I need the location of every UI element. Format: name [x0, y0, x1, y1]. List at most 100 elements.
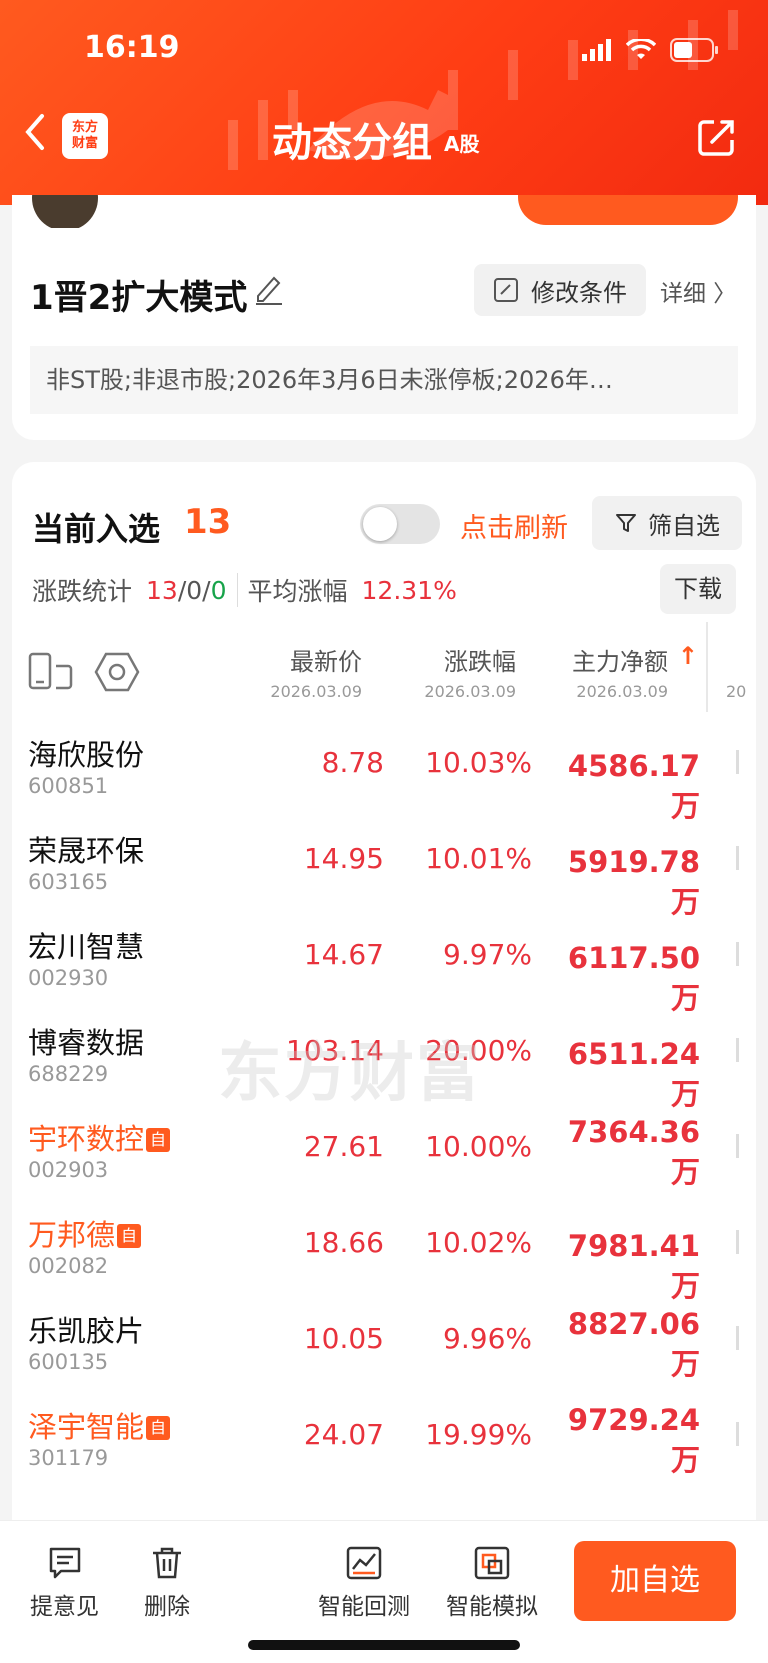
- market-tag: A股: [444, 132, 480, 156]
- logo-line-2: 财富: [71, 136, 98, 151]
- watermark: 东方财富: [218, 1037, 482, 1111]
- stock-change: 10.03%: [425, 746, 532, 779]
- row-overflow: [736, 1422, 744, 1446]
- table-head-icons: [28, 652, 140, 692]
- watchlist-badge: 自: [146, 1416, 171, 1440]
- row-overflow: [736, 1038, 744, 1062]
- settings-hex-icon[interactable]: [94, 652, 140, 692]
- download-button[interactable]: 下载: [660, 564, 736, 614]
- stock-name: 宏川智慧: [28, 930, 145, 964]
- stock-change: 9.97%: [443, 938, 532, 971]
- stock-price: 18.66: [303, 1226, 384, 1259]
- layout-switch-icon[interactable]: [28, 652, 74, 692]
- row-overflow: [736, 846, 744, 870]
- simulate-button[interactable]: 智能模拟: [446, 1545, 538, 1621]
- stock-code: 600851: [28, 774, 109, 798]
- signal-icon: [582, 39, 611, 61]
- bull-chart-decoration: [228, 10, 738, 170]
- row-overflow: [736, 1326, 744, 1350]
- row-overflow: [736, 1134, 744, 1158]
- header: 16:19 东方 财富 动态分组 A股: [0, 0, 768, 205]
- battery-icon: [670, 38, 718, 62]
- backtest-label: 智能回测: [318, 1594, 410, 1620]
- stats-row: 涨跌统计 13 / 0 / 0 平均涨幅 12.31%: [32, 570, 457, 610]
- conditions-summary[interactable]: 非ST股;非退市股;2026年3月6日未涨停板;2026年…: [30, 346, 738, 414]
- stock-name: 荣晟环保: [28, 834, 145, 868]
- col-head-flow[interactable]: 主力净额: [572, 642, 668, 677]
- back-button[interactable]: [22, 112, 58, 162]
- toggle-knob: [363, 507, 397, 541]
- stock-code: 603165: [28, 870, 109, 894]
- stats-flat: 0: [186, 575, 203, 605]
- row-overflow: [736, 750, 744, 774]
- table-row[interactable]: 宏川智慧 002930 14.67 9.97% 6117.50万: [12, 924, 756, 1020]
- stock-main-flow: 7981.41万: [567, 1229, 700, 1303]
- home-indicator: [248, 1640, 520, 1650]
- follow-button[interactable]: [518, 195, 738, 225]
- status-time: 16:19: [84, 30, 180, 65]
- avg-label: 平均涨幅: [247, 577, 348, 606]
- filter-watchlist-button[interactable]: 筛自选: [592, 496, 742, 550]
- simulate-label: 智能模拟: [446, 1594, 538, 1620]
- delete-label: 删除: [144, 1594, 190, 1620]
- col-date-price: 2026.03.09: [270, 682, 362, 701]
- stock-name-watchlisted: 泽宇智能自: [28, 1404, 171, 1446]
- detail-link[interactable]: 详细 〉: [660, 274, 736, 308]
- table-row[interactable]: 荣晟环保 603165 14.95 10.01% 5919.78万: [12, 828, 756, 924]
- stock-name: 万邦德: [28, 1218, 116, 1252]
- table-row[interactable]: 泽宇智能自 301179 24.07 19.99% 9729.24万: [12, 1403, 756, 1500]
- stock-main-flow: 6117.50万: [567, 941, 700, 1015]
- delete-button[interactable]: 删除: [144, 1545, 190, 1621]
- feedback-button[interactable]: 提意见: [30, 1545, 99, 1621]
- stock-code: 301179: [28, 1446, 109, 1470]
- stats-up: 13: [146, 575, 178, 605]
- col-date-flow: 2026.03.09: [576, 682, 668, 701]
- stock-code: 002930: [28, 966, 109, 990]
- auto-refresh-toggle[interactable]: [360, 504, 440, 544]
- stock-main-flow: 4586.17万: [567, 749, 700, 823]
- table-row[interactable]: 海欣股份 600851 8.78 10.03% 4586.17万: [12, 732, 756, 828]
- table-row[interactable]: 宇环数控自 002903 27.61 10.00% 7364.36万: [12, 1115, 756, 1212]
- status-icons: [582, 38, 720, 62]
- table-row[interactable]: 万邦德自 002082 18.66 10.02% 7981.41万: [12, 1212, 756, 1308]
- backtest-chart-icon: [346, 1546, 382, 1580]
- chevron-left-icon: [25, 114, 44, 150]
- stock-main-flow: 8827.06万: [567, 1307, 700, 1381]
- stock-name-watchlisted: 宇环数控自: [28, 1116, 171, 1158]
- share-button[interactable]: [696, 116, 738, 158]
- add-to-watchlist-button[interactable]: 加自选: [574, 1541, 736, 1621]
- stock-price: 14.67: [303, 938, 384, 971]
- backtest-button[interactable]: 智能回测: [318, 1545, 410, 1621]
- stock-name: 宇环数控: [28, 1122, 145, 1156]
- sort-arrow-icon[interactable]: ↑: [678, 642, 698, 670]
- selection-count: 13: [184, 502, 232, 542]
- divider: [236, 573, 238, 607]
- edit-note-icon: [494, 278, 518, 302]
- stats-down: 0: [210, 575, 227, 605]
- stock-code: 688229: [28, 1062, 109, 1086]
- simulate-icon: [474, 1546, 510, 1580]
- edit-pencil-icon[interactable]: [252, 270, 284, 306]
- filter-icon: [616, 514, 636, 532]
- stock-main-flow: 7364.36万: [567, 1115, 700, 1189]
- stats-label: 涨跌统计: [32, 577, 133, 606]
- col-head-change[interactable]: 涨跌幅: [444, 642, 516, 677]
- share-icon: [698, 120, 734, 156]
- selection-label: 当前入选: [32, 510, 161, 548]
- trash-icon: [153, 1547, 181, 1579]
- watchlist-badge: 自: [117, 1224, 142, 1248]
- refresh-link[interactable]: 点击刷新: [460, 506, 568, 545]
- table-row[interactable]: 乐凯胶片 600135 10.05 9.96% 8827.06万: [12, 1307, 756, 1404]
- stock-price: 8.78: [321, 746, 384, 779]
- col-head-price[interactable]: 最新价: [290, 642, 362, 677]
- modify-conditions-button[interactable]: 修改条件: [474, 264, 646, 316]
- eastmoney-logo[interactable]: 东方 财富: [62, 113, 108, 159]
- stock-code: 002903: [28, 1158, 109, 1182]
- page-title: 动态分组: [272, 120, 432, 166]
- stock-main-flow: 9729.24万: [567, 1403, 700, 1477]
- stock-change: 10.02%: [425, 1226, 532, 1259]
- avatar[interactable]: [32, 195, 98, 231]
- col-date-next: 20: [726, 682, 747, 701]
- row-overflow: [736, 942, 744, 966]
- stock-price: 10.05: [303, 1322, 384, 1355]
